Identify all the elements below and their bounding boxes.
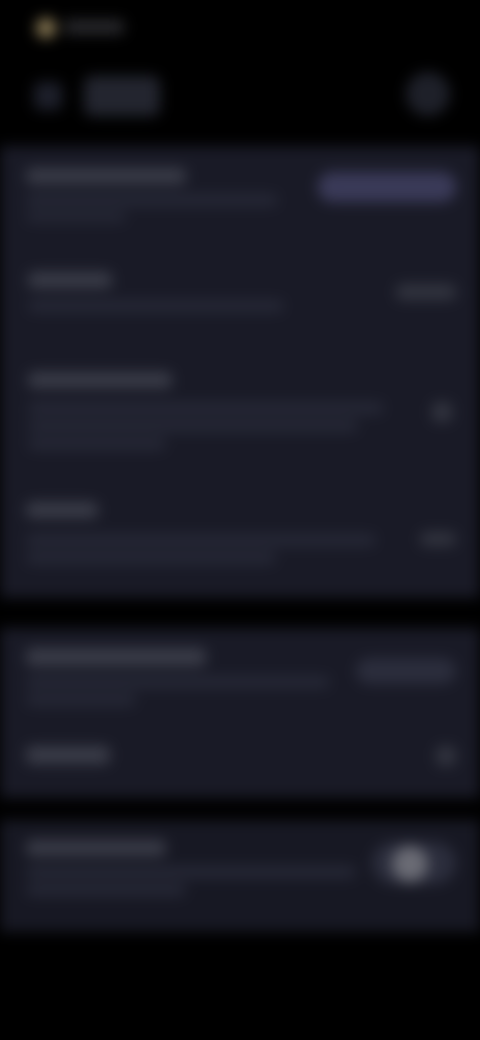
toggle-knob (392, 846, 428, 882)
status-dot-icon (36, 18, 56, 38)
settings-row-6[interactable] (0, 724, 480, 798)
row-subtitle (26, 676, 330, 688)
row-subtitle (28, 300, 284, 312)
row-title (26, 746, 110, 764)
settings-row-3[interactable] (0, 350, 480, 474)
settings-row-7[interactable] (0, 820, 480, 932)
settings-row-4[interactable] (0, 474, 480, 598)
more-icon[interactable] (406, 72, 450, 116)
blurred-content (0, 0, 480, 1040)
row-title (28, 372, 172, 388)
row-subtitle-2 (26, 212, 126, 222)
back-arrow-icon[interactable] (34, 82, 62, 110)
row-subtitle-2 (26, 552, 276, 564)
row-title (26, 502, 98, 518)
row-title (26, 648, 206, 666)
status-text (64, 20, 124, 34)
row-subtitle-3 (28, 438, 166, 450)
settings-row-2[interactable] (0, 250, 480, 350)
row-subtitle-2 (26, 884, 186, 896)
row-2-value (396, 284, 456, 300)
settings-section-1 (0, 146, 480, 598)
row-5-pill-button[interactable] (356, 658, 456, 684)
status-bar (0, 0, 480, 56)
row-subtitle (26, 866, 356, 878)
settings-section-2 (0, 628, 480, 798)
chevron-right-icon (436, 746, 456, 766)
settings-screen (0, 0, 480, 1040)
row-subtitle-2 (26, 694, 136, 706)
top-bar (0, 56, 480, 140)
chevron-right-icon (432, 402, 452, 422)
row-title (26, 840, 166, 856)
row-1-pill-button[interactable] (318, 172, 456, 202)
row-title (26, 168, 186, 184)
row-subtitle (28, 402, 384, 414)
chevron-right-icon (420, 532, 456, 546)
settings-row-5[interactable] (0, 628, 480, 724)
row-title (28, 272, 112, 288)
row-subtitle (26, 194, 278, 206)
page-title (84, 76, 160, 116)
row-subtitle-2 (28, 420, 358, 432)
settings-row-1[interactable] (0, 146, 480, 250)
row-subtitle (26, 534, 376, 546)
settings-section-3 (0, 820, 480, 932)
